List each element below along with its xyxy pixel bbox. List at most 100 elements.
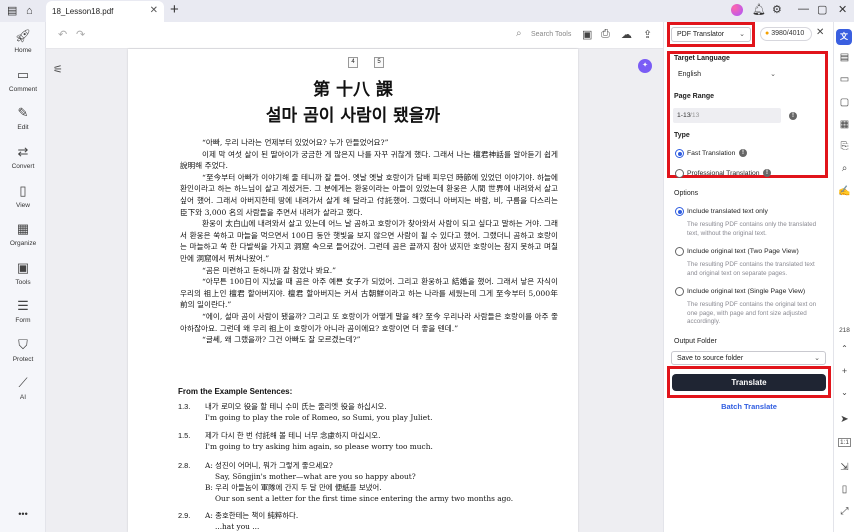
opt-translated-only-radio[interactable] <box>675 207 684 216</box>
story-title: 설마 곰이 사람이 됐을까 <box>265 106 441 126</box>
chat-icon[interactable]: ▢ <box>834 97 854 108</box>
sidebar-item-convert[interactable]: ⇄ Convert <box>0 145 46 171</box>
print-icon[interactable]: ⎙ <box>601 28 610 41</box>
shield-icon: ⛉ <box>18 337 28 352</box>
paragraph: 환웅이 太白山에 내려와서 살고 있는데 어느 날 곰하고 호랑이가 찾아와서 … <box>180 219 558 263</box>
translate-button[interactable]: Translate <box>672 374 826 391</box>
opt-single-page-label: Include original text (Single Page View) <box>687 288 806 295</box>
ai-assistant-icon[interactable]: ✦ <box>638 59 652 73</box>
home-icon[interactable]: ⌂ <box>26 4 33 18</box>
opt-single-page-radio[interactable] <box>675 287 684 296</box>
avatar[interactable] <box>731 4 743 16</box>
save-icon[interactable]: ▣ <box>582 28 592 41</box>
opt-two-page-desc: The resulting PDF contains the translate… <box>687 261 815 277</box>
example-number: 2.9. <box>178 511 191 520</box>
batch-translate-button[interactable]: Batch Translate <box>664 402 834 411</box>
sidebar-toggle-icon[interactable]: ▤ <box>7 4 17 18</box>
info-icon[interactable]: ! <box>789 112 797 120</box>
grid-icon[interactable]: ▦ <box>834 119 854 130</box>
cursor-icon[interactable]: ➤ <box>834 414 854 425</box>
cloud-upload-icon[interactable]: ☁ <box>621 28 632 41</box>
opt-translated-only-desc: The resulting PDF contains only the tran… <box>687 221 817 237</box>
search-icon: ⌕ <box>516 28 522 39</box>
sidebar-item-home[interactable]: 🚀︎ Home <box>0 29 46 55</box>
page-range-input[interactable]: 1-13 /13 <box>673 108 781 123</box>
attachment-icon[interactable]: ⎘ <box>834 141 854 152</box>
actual-size-button[interactable]: 1:1 <box>838 438 851 447</box>
paragraph: “아무튼 100日이 지났을 때 곰은 아주 예쁜 女子가 되었어. 그리고 환… <box>180 277 558 310</box>
example-korean: A: 성진이 어머니, 뭐가 그렇게 좋으세요? <box>205 461 333 470</box>
sidebar-item-label: Comment <box>8 86 38 93</box>
fit-page-icon[interactable]: ⇲ <box>834 462 854 473</box>
sidebar-item-tools[interactable]: ▣ Tools <box>0 261 46 287</box>
sidebar-item-label: View <box>16 202 30 209</box>
sidebar-item-label: Organize <box>9 240 37 247</box>
professional-translation-radio[interactable] <box>675 169 684 178</box>
pdf-page: 4 5 第 十八 課 설마 곰이 사람이 됐을까 “아빠, 우리 나라는 언제부… <box>128 49 578 532</box>
zoom-in-icon[interactable]: + <box>834 366 854 376</box>
left-sidebar: 🚀︎ Home ▭ Comment ✎ Edit ⇄ Convert ▯ Vie… <box>0 22 46 532</box>
paragraph: “곰은 미련하고 둔하니까 잘 참았나 봐요.” <box>202 265 337 275</box>
chevron-up-icon[interactable]: ⌃ <box>834 344 854 353</box>
sidebar-item-view[interactable]: ▯ View <box>0 184 46 210</box>
bell-icon[interactable]: 🔔︎ <box>752 3 766 16</box>
output-folder-value: Save to source folder <box>677 355 744 362</box>
close-panel-icon[interactable]: ✕ <box>816 27 824 38</box>
sidebar-item-edit[interactable]: ✎ Edit <box>0 106 46 132</box>
minimize-icon[interactable]: — <box>798 3 809 15</box>
chevron-down-icon: ⌄ <box>814 355 820 362</box>
expand-icon[interactable]: ⤢ <box>834 506 854 517</box>
translator-panel: PDF Translator ⌄ ● 3980/4010 ✕ Target La… <box>663 22 833 532</box>
toolbar: ↶ ↷ ⌕ Search Tools ▣ ⎙ ☁ ⇪ <box>46 22 663 49</box>
example-english: ...hat you ... <box>215 522 260 531</box>
sidebar-item-form[interactable]: ☰ Form <box>0 299 46 325</box>
sidebar-item-label: Form <box>15 317 31 324</box>
sidebar-item-organize[interactable]: ▦ Organize <box>0 221 46 248</box>
info-icon[interactable]: ! <box>763 169 771 177</box>
example-korean: 제가 다시 한 번 付託해 볼 테니 너무 念慮하지 마십시오. <box>205 431 381 440</box>
signature-icon[interactable]: ✍ <box>834 186 854 197</box>
target-language-value: English <box>678 71 701 78</box>
search-tools-label: Search Tools <box>531 31 572 38</box>
example-english: I'm going to play the role of Romeo, so … <box>205 413 433 422</box>
close-window-icon[interactable]: ✕ <box>838 3 847 16</box>
more-icon: ••• <box>18 509 28 519</box>
gear-icon[interactable]: ⚙ <box>772 3 782 16</box>
two-page-icon[interactable]: ▯ <box>834 484 854 495</box>
layers-icon[interactable]: ▤ <box>834 52 854 63</box>
fast-translation-radio[interactable] <box>675 149 684 158</box>
sidebar-item-protect[interactable]: ⛉ Protect <box>0 337 46 364</box>
close-tab-icon[interactable]: ✕ <box>150 5 158 16</box>
document-viewer[interactable]: ⚟ 4 5 第 十八 課 설마 곰이 사람이 됐을까 “아빠, 우리 나라는 언… <box>46 49 663 532</box>
tab-filename: 18_Lesson18.pdf <box>52 7 114 16</box>
right-rail: 文 ▤ ▭ ▢ ▦ ⎘ ⌕ ✍ 218 ⌃ + ⌄ ➤ 1:1 ⇲ ▯ ⤢ <box>833 22 854 532</box>
paragraph: “에이, 설마 곰이 사람이 됐을까? 그리고 또 호랑이가 어떻게 말을 해?… <box>180 311 558 333</box>
options-label: Options <box>674 190 699 197</box>
filter-icon[interactable]: ⚟ <box>53 63 63 76</box>
organize-icon: ▦ <box>16 221 30 236</box>
info-icon[interactable]: ! <box>739 149 747 157</box>
sidebar-item-label: Tools <box>15 279 31 286</box>
output-folder-select[interactable]: Save to source folder ⌄ <box>671 351 826 365</box>
chevron-down-icon[interactable]: ⌄ <box>834 388 854 397</box>
undo-icon[interactable]: ↶ <box>58 28 67 41</box>
redo-icon[interactable]: ↷ <box>76 28 85 41</box>
target-language-select[interactable]: English ⌄ <box>673 68 781 83</box>
opt-two-page-label: Include original text (Two Page View) <box>687 248 799 255</box>
example-number: 1.3. <box>178 402 191 411</box>
new-tab-button[interactable]: + <box>170 2 179 18</box>
sidebar-item-label: Home <box>14 47 32 54</box>
sidebar-item-comment[interactable]: ▭ Comment <box>0 68 46 94</box>
page-number-right: 5 <box>374 57 384 68</box>
document-tab[interactable]: 18_Lesson18.pdf ✕ <box>46 1 164 22</box>
opt-two-page-radio[interactable] <box>675 247 684 256</box>
credits-badge[interactable]: ● 3980/4010 <box>760 27 812 41</box>
maximize-icon[interactable]: ▢ <box>817 3 827 16</box>
sidebar-item-label: Convert <box>11 163 35 170</box>
sidebar-item-ai[interactable]: ⟋ AI <box>0 376 46 402</box>
share-icon[interactable]: ⇪ <box>643 28 652 41</box>
translate-panel-icon[interactable]: 文 <box>836 29 852 45</box>
search-icon[interactable]: ⌕ <box>834 163 854 174</box>
display-icon[interactable]: ▭ <box>834 74 854 85</box>
more-button[interactable]: ••• <box>0 506 46 519</box>
